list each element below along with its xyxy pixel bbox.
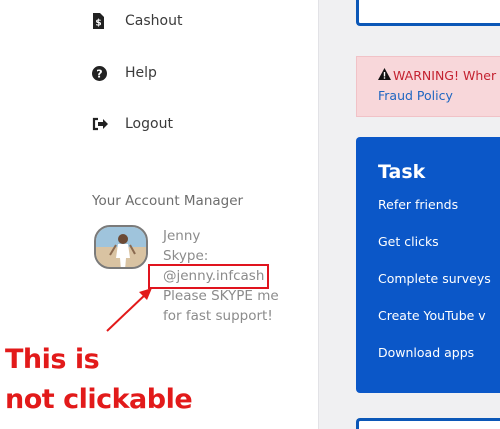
warning-text: WARNING! Wher xyxy=(378,68,496,83)
support-note-line1: Please SKYPE me xyxy=(163,288,279,304)
warning-alert: WARNING! Wher Fraud Policy xyxy=(356,56,500,117)
warning-triangle-icon xyxy=(378,68,391,83)
task-card: Task Refer friends Get clicks Complete s… xyxy=(356,137,500,393)
svg-text:$: $ xyxy=(95,19,101,29)
manager-name: Jenny xyxy=(163,228,201,244)
sidebar-item-label: Help xyxy=(125,65,157,81)
question-circle-icon: ? xyxy=(92,65,114,81)
top-card xyxy=(356,0,500,26)
account-manager-heading: Your Account Manager xyxy=(92,193,244,209)
avatar xyxy=(94,225,148,269)
skype-highlight-box xyxy=(148,264,269,289)
sign-out-icon xyxy=(92,117,114,131)
annotation-line2: not clickable xyxy=(5,384,193,415)
warning-prefix: WARNING! Wher xyxy=(393,68,497,83)
task-title: Task xyxy=(378,161,426,183)
annotation-line1: This is xyxy=(5,344,100,375)
sidebar-item-logout[interactable]: Logout xyxy=(92,116,173,132)
sidebar-item-cashout[interactable]: $ Cashout xyxy=(92,13,182,29)
bottom-card xyxy=(356,418,500,429)
sidebar-item-label: Cashout xyxy=(125,13,183,29)
skype-label: Skype: xyxy=(163,248,209,264)
task-item-get-clicks[interactable]: Get clicks xyxy=(378,234,439,249)
support-note-line2: for fast support! xyxy=(163,308,273,324)
annotation-arrow xyxy=(106,288,152,332)
task-item-refer-friends[interactable]: Refer friends xyxy=(378,197,458,212)
money-bill-icon: $ xyxy=(92,13,114,29)
svg-text:?: ? xyxy=(96,67,102,80)
task-item-create-youtube[interactable]: Create YouTube v xyxy=(378,308,486,323)
annotation-callout: This is not clickable xyxy=(5,340,193,420)
task-item-download-apps[interactable]: Download apps xyxy=(378,345,474,360)
sidebar-item-help[interactable]: ? Help xyxy=(92,65,157,81)
task-item-complete-surveys[interactable]: Complete surveys xyxy=(378,271,491,286)
sidebar-item-label: Logout xyxy=(125,116,173,132)
fraud-policy-link[interactable]: Fraud Policy xyxy=(378,88,453,103)
